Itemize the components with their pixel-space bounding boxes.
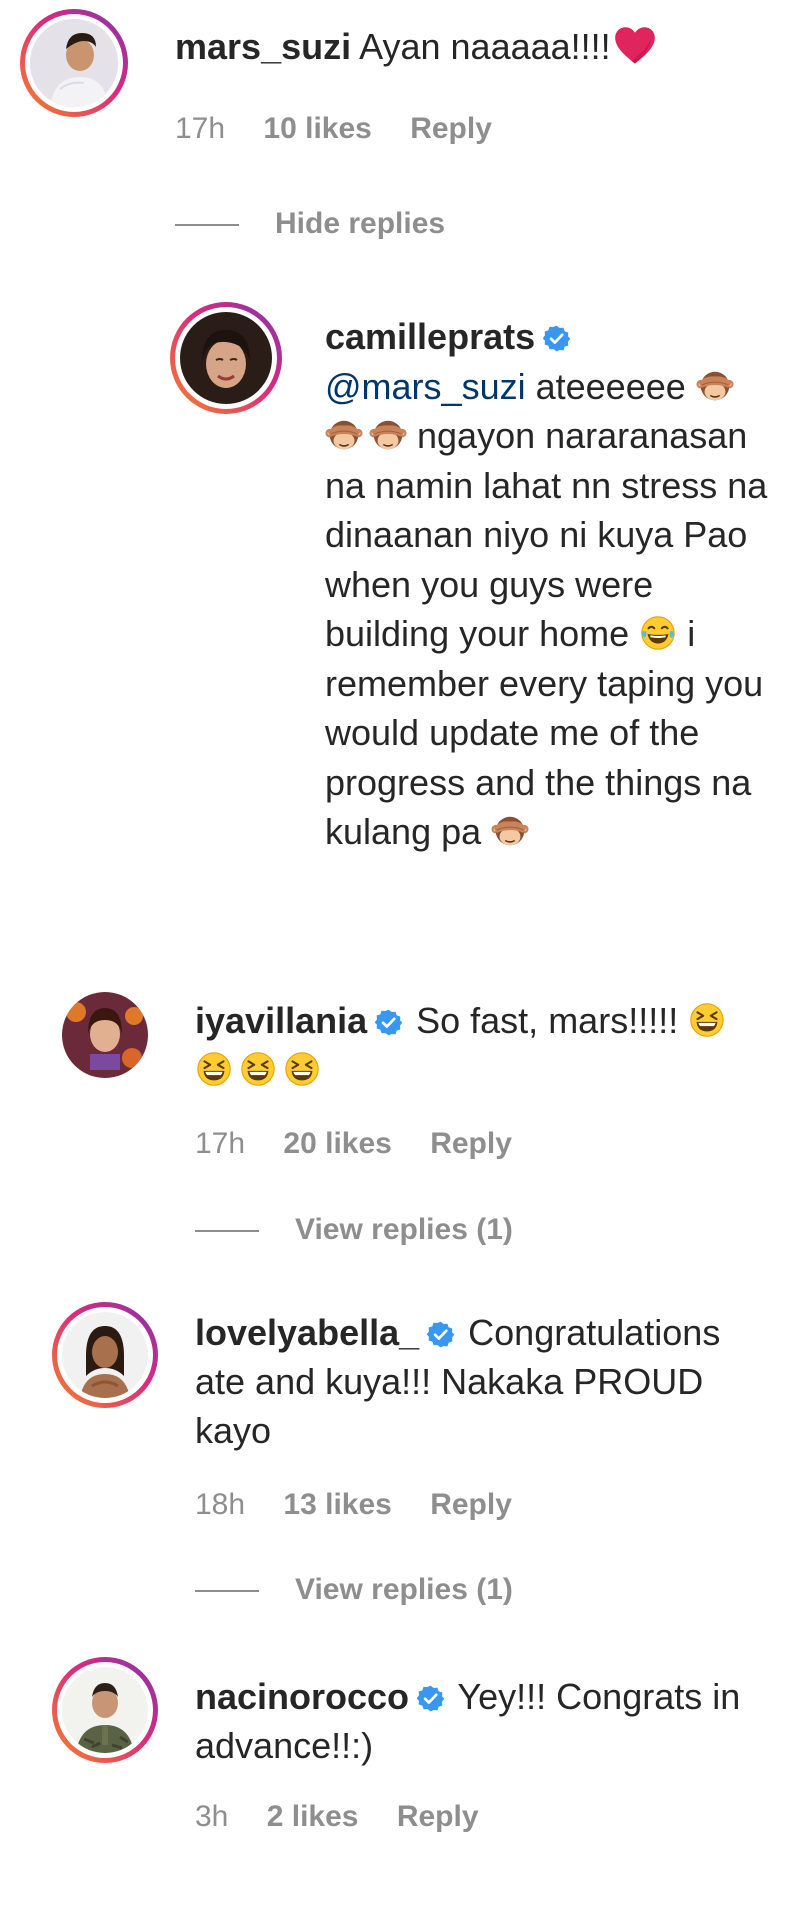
- divider-line: [195, 1230, 259, 1233]
- verified-badge-icon: [427, 1321, 454, 1348]
- comment-body: Ayan naaaaa!!!!: [359, 26, 611, 67]
- likes-count[interactable]: 20 likes: [283, 1127, 391, 1160]
- timestamp: 18h: [195, 1488, 246, 1521]
- timestamp: 3h: [195, 1800, 229, 1833]
- comment-text: nacinorocco Yey!!! Congrats in advance!!…: [195, 1672, 755, 1770]
- comment-text: mars_suzi Ayan naaaaa!!!!: [175, 22, 775, 71]
- reply-text: camilleprats @mars_suzi ateeeeee ngayon …: [325, 312, 775, 857]
- avatar-ring[interactable]: [60, 990, 150, 1080]
- likes-count[interactable]: 10 likes: [263, 112, 371, 145]
- avatar[interactable]: [62, 1667, 148, 1753]
- comment-meta: 17h 10 likes Reply: [175, 112, 522, 146]
- username[interactable]: iyavillania: [195, 1000, 367, 1041]
- avatar-ring[interactable]: [52, 1302, 158, 1408]
- verified-badge-icon: [543, 325, 570, 352]
- divider-line: [175, 224, 239, 227]
- view-replies-button[interactable]: View replies (1): [195, 1213, 513, 1247]
- view-replies-button[interactable]: View replies (1): [195, 1573, 513, 1607]
- verified-badge-icon: [417, 1685, 444, 1712]
- see-no-evil-monkey-icon: [325, 416, 363, 454]
- avatar[interactable]: [180, 312, 272, 404]
- comment-meta: 17h 20 likes Reply: [195, 1127, 542, 1161]
- comment-body: So fast, mars!!!!!: [416, 1000, 679, 1041]
- avatar[interactable]: [30, 19, 118, 107]
- verified-badge-icon: [375, 1009, 402, 1036]
- comment-meta: 3h 2 likes Reply: [195, 1800, 509, 1834]
- avatar-ring[interactable]: [52, 1657, 158, 1763]
- comment-text: iyavillania So fast, mars!!!!!: [195, 996, 755, 1094]
- avatar[interactable]: [62, 992, 148, 1078]
- red-heart-icon: [613, 24, 657, 68]
- username[interactable]: lovelyabella_: [195, 1312, 419, 1353]
- toggle-label: View replies (1): [295, 1213, 513, 1246]
- likes-count[interactable]: 2 likes: [267, 1800, 359, 1833]
- hide-replies-button[interactable]: Hide replies: [175, 207, 445, 241]
- avatar-ring[interactable]: [170, 302, 282, 414]
- grinning-squinting-icon: [239, 1050, 277, 1088]
- divider-line: [195, 1590, 259, 1593]
- see-no-evil-monkey-icon: [369, 416, 407, 454]
- avatar[interactable]: [62, 1312, 148, 1398]
- grinning-squinting-icon: [688, 1001, 726, 1039]
- avatar-ring[interactable]: [20, 9, 128, 117]
- grinning-squinting-icon: [283, 1050, 321, 1088]
- reply-button[interactable]: Reply: [430, 1127, 512, 1160]
- see-no-evil-monkey-icon: [696, 367, 734, 405]
- likes-count[interactable]: 13 likes: [283, 1488, 391, 1521]
- grinning-squinting-icon: [195, 1050, 233, 1088]
- comment-meta: 18h 13 likes Reply: [195, 1488, 542, 1522]
- username[interactable]: camilleprats: [325, 316, 535, 357]
- mention-link[interactable]: @mars_suzi: [325, 366, 526, 407]
- reply-button[interactable]: Reply: [430, 1488, 512, 1521]
- username[interactable]: nacinorocco: [195, 1676, 409, 1717]
- toggle-label: Hide replies: [275, 207, 446, 240]
- toggle-label: View replies (1): [295, 1573, 513, 1606]
- see-no-evil-monkey-icon: [491, 812, 529, 850]
- timestamp: 17h: [195, 1127, 246, 1160]
- reply-body-a: ateeeeee: [535, 365, 686, 407]
- username[interactable]: mars_suzi: [175, 26, 351, 67]
- reply-button[interactable]: Reply: [397, 1800, 479, 1833]
- comment-text: lovelyabella_ Congratulations ate and ku…: [195, 1308, 755, 1455]
- reply-button[interactable]: Reply: [410, 112, 492, 145]
- timestamp: 17h: [175, 112, 226, 145]
- tears-of-joy-icon: [639, 614, 677, 652]
